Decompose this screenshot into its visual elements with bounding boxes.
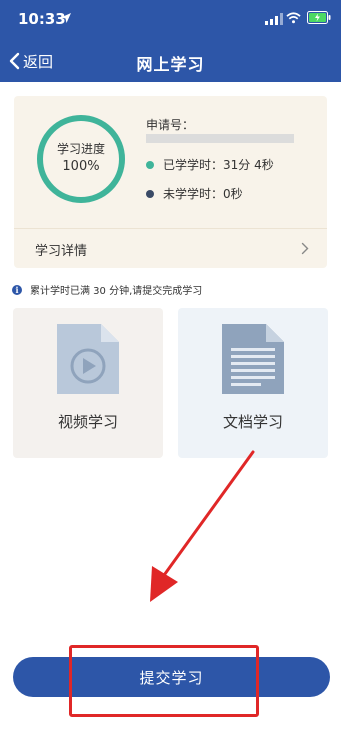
study-details-link[interactable]: 学习详情 (14, 229, 327, 268)
document-study-tile[interactable]: 文档学习 (178, 308, 328, 458)
navigation-bar: 返回 网上学习 (0, 40, 341, 82)
progress-ring-text: 学习进度 100% (36, 114, 126, 204)
notice-text: 累计学时已满 30 分钟,请提交完成学习 (30, 286, 203, 297)
progress-ring-label: 学习进度 (56, 141, 105, 156)
unstudied-hours-row: 未学学时：0秒 (146, 185, 243, 202)
location-arrow-icon (61, 13, 71, 23)
video-study-label: 视频学习 (57, 413, 118, 431)
video-study-tile[interactable]: 视频学习 (13, 308, 163, 458)
application-number-label: 申请号： (146, 118, 195, 132)
studied-hours-row: 已学学时：31分 4秒 (146, 156, 274, 173)
study-details-label: 学习详情 (35, 244, 88, 259)
battery-charging-icon (307, 11, 331, 24)
status-time: 10:33 (18, 10, 66, 28)
completion-notice: i 累计学时已满 30 分钟,请提交完成学习 (12, 282, 202, 297)
annotation-arrow-icon (150, 450, 255, 602)
info-icon: i (12, 284, 22, 295)
progress-card: 学习进度 100% 申请号： 已学学时：31分 4秒 未学学时：0秒 学习详情 (14, 96, 327, 268)
application-number-redacted (146, 134, 294, 143)
status-bar: 10:33 (0, 0, 341, 40)
chevron-right-icon (301, 242, 309, 255)
unstudied-hours-text: 未学学时：0秒 (163, 187, 243, 201)
cellular-signal-icon (265, 13, 283, 25)
video-document-icon (57, 324, 119, 394)
studied-dot-icon (146, 160, 154, 169)
wifi-icon (286, 12, 301, 24)
progress-percent: 100% (62, 159, 100, 175)
annotation-highlight-box (69, 645, 259, 717)
header-bar: 10:33 返回 网上学习 (0, 0, 341, 82)
unstudied-dot-icon (146, 189, 154, 198)
studied-hours-text: 已学学时：31分 4秒 (163, 158, 274, 172)
page-title: 网上学习 (136, 55, 205, 74)
document-study-label: 文档学习 (222, 413, 283, 431)
text-document-icon (222, 324, 284, 394)
